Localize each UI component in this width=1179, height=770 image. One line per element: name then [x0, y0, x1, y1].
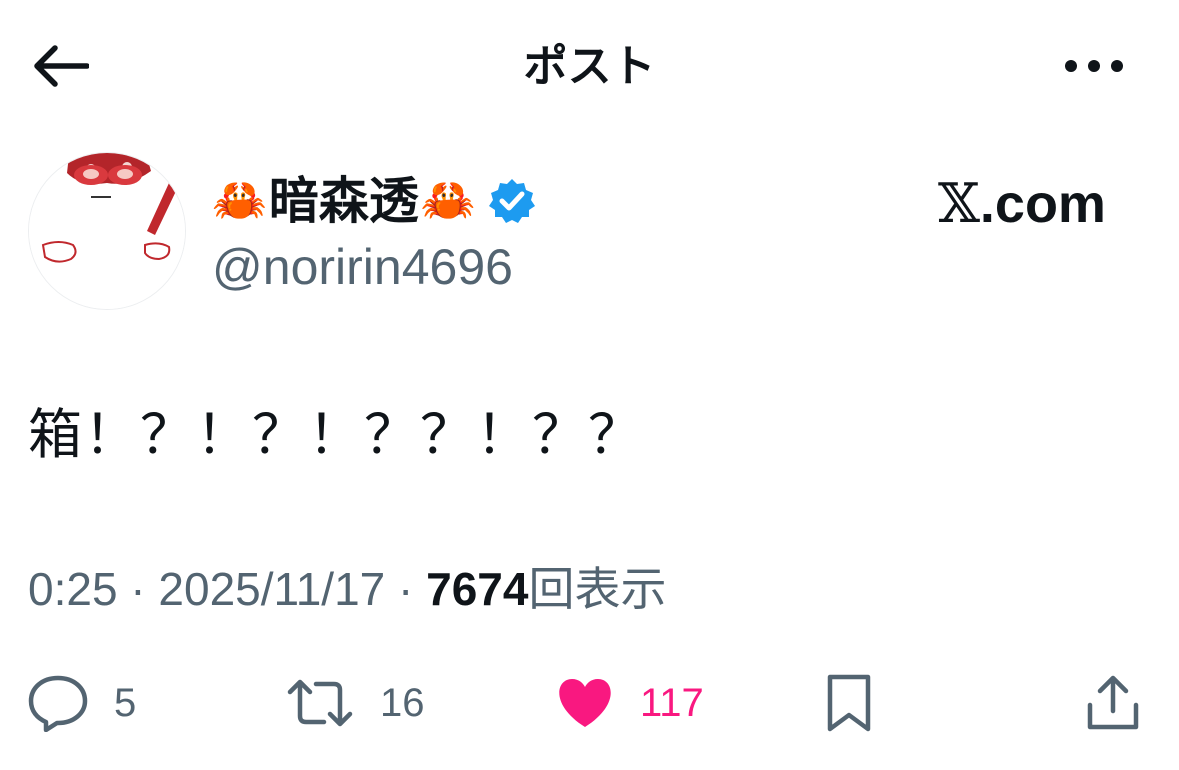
- post-meta: 0:25 · 2025/11/17 · 7674回表示: [28, 560, 666, 618]
- share-icon: [1087, 675, 1139, 730]
- meta-separator: ·: [117, 563, 159, 615]
- more-horizontal-icon: [1065, 60, 1123, 72]
- views-label: 回表示: [528, 563, 667, 615]
- meta-separator: ·: [385, 563, 427, 615]
- post-text: 箱！？！？！？？！？？: [28, 405, 644, 465]
- verified-badge-icon: [488, 177, 536, 225]
- reply-bubble-icon: [28, 675, 88, 732]
- avatar[interactable]: [28, 152, 186, 310]
- reply-count: 5: [114, 681, 137, 725]
- crab-emoji: 🦀: [420, 175, 476, 226]
- heart-icon: [559, 679, 611, 727]
- repost-count: 16: [380, 681, 425, 725]
- bookmark-icon: [827, 674, 871, 732]
- top-bar: ポスト: [0, 0, 1179, 135]
- share-button[interactable]: [1086, 664, 1140, 742]
- page-title: ポスト: [523, 42, 656, 91]
- crab-emoji: 🦀: [212, 175, 267, 226]
- views-count[interactable]: 7674: [426, 563, 528, 615]
- post-time[interactable]: 0:25: [28, 563, 118, 615]
- like-count: 117: [640, 681, 704, 725]
- reply-button[interactable]: 5: [28, 664, 136, 742]
- post-date[interactable]: 2025/11/17: [158, 563, 385, 615]
- more-options-button[interactable]: [1058, 44, 1130, 88]
- avatar-illustration: [29, 153, 185, 309]
- source-label: 𝕏.com: [938, 172, 1138, 236]
- author-handle[interactable]: @noririn4696: [212, 238, 513, 296]
- x-logo-icon: 𝕏: [938, 172, 980, 235]
- action-bar: 5 16 117: [0, 664, 1179, 742]
- repost-icon: [287, 679, 353, 727]
- author-name-row[interactable]: 🦀 暗森透 🦀: [212, 170, 536, 232]
- bookmark-button[interactable]: [826, 664, 872, 742]
- display-name: 暗森透: [268, 173, 419, 229]
- repost-button[interactable]: 16: [286, 664, 425, 742]
- source-suffix: .com: [979, 174, 1106, 234]
- like-button[interactable]: 117: [556, 664, 704, 742]
